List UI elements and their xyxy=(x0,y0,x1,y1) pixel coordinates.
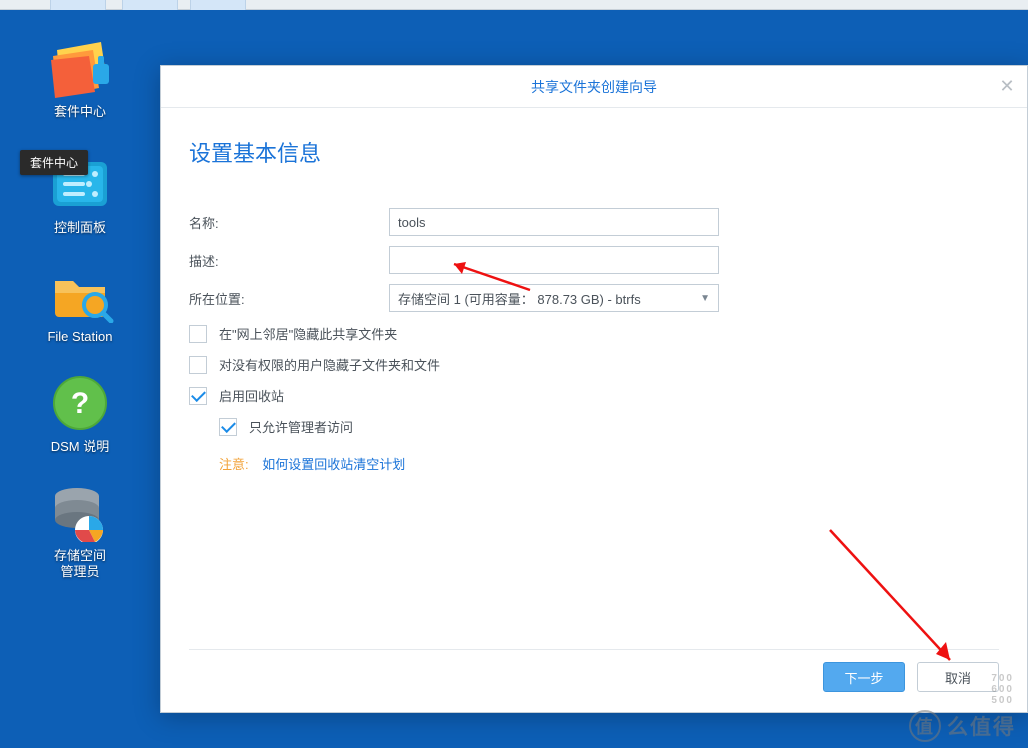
next-button[interactable]: 下一步 xyxy=(823,662,905,692)
check-label: 启用回收站 xyxy=(219,386,284,405)
storage-manager-icon xyxy=(45,482,115,542)
input-desc[interactable] xyxy=(389,246,719,274)
row-desc: 描述: xyxy=(189,246,999,274)
file-station-icon xyxy=(45,263,115,323)
watermark: 700600500 值 么值得 xyxy=(909,710,1016,742)
checkbox-icon xyxy=(189,325,207,343)
checkbox-icon xyxy=(219,418,237,436)
taskbar-item[interactable] xyxy=(50,0,106,10)
taskbar xyxy=(0,0,1028,10)
desktop-icon-label: File Station xyxy=(0,329,160,345)
note-warn: 注意: xyxy=(219,457,249,472)
check-recycle[interactable]: 启用回收站 xyxy=(189,386,999,405)
note-link[interactable]: 如何设置回收站清空计划 xyxy=(262,457,405,472)
dialog-footer: 下一步 取消 xyxy=(189,649,999,692)
check-label: 在"网上邻居"隐藏此共享文件夹 xyxy=(219,324,397,343)
label-name: 名称: xyxy=(189,213,389,232)
cancel-button[interactable]: 取消 xyxy=(917,662,999,692)
close-icon[interactable]: ✕ xyxy=(997,76,1017,96)
dsm-help-icon: ? xyxy=(45,373,115,433)
create-shared-folder-wizard: 共享文件夹创建向导 ✕ 设置基本信息 名称: 描述: 所在位置: 存储空间 1 … xyxy=(160,65,1028,713)
dialog-header: 共享文件夹创建向导 ✕ xyxy=(161,66,1027,108)
desktop-icon-label: 控制面板 xyxy=(0,220,160,236)
dialog-body: 名称: 描述: 所在位置: 存储空间 1 (可用容量： 878.73 GB) -… xyxy=(161,208,1027,473)
desktop-icon-file-station[interactable]: File Station xyxy=(0,235,160,345)
check-hide-noperm[interactable]: 对没有权限的用户隐藏子文件夹和文件 xyxy=(189,355,999,374)
desktop-icon-dsm-help[interactable]: ? DSM 说明 xyxy=(0,345,160,455)
input-name[interactable] xyxy=(389,208,719,236)
check-label: 只允许管理者访问 xyxy=(249,417,353,436)
dialog-heading: 设置基本信息 xyxy=(161,108,1027,208)
chevron-down-icon: ▼ xyxy=(700,293,710,304)
desktop-icon-label: 套件中心 xyxy=(0,104,160,120)
dialog-title: 共享文件夹创建向导 xyxy=(531,79,657,95)
desktop-icon-label: DSM 说明 xyxy=(0,439,160,455)
taskbar-item[interactable] xyxy=(190,0,246,10)
desktop-icon-label: 存储空间 管理员 xyxy=(0,548,160,579)
desktop-icon-control-panel[interactable]: 控制面板 xyxy=(0,120,160,236)
watermark-text: 么值得 xyxy=(947,711,1016,741)
check-hide-network[interactable]: 在"网上邻居"隐藏此共享文件夹 xyxy=(189,324,999,343)
desktop-icon-package-center[interactable]: 套件中心 xyxy=(0,10,160,120)
checkbox-icon xyxy=(189,387,207,405)
desktop-tooltip: 套件中心 xyxy=(20,150,88,175)
checkbox-icon xyxy=(189,356,207,374)
row-location: 所在位置: 存储空间 1 (可用容量： 878.73 GB) - btrfs ▼ xyxy=(189,284,999,312)
select-location-value: 存储空间 1 (可用容量： 878.73 GB) - btrfs xyxy=(398,289,641,308)
label-desc: 描述: xyxy=(189,251,389,270)
check-label: 对没有权限的用户隐藏子文件夹和文件 xyxy=(219,355,440,374)
note-row: 注意: 如何设置回收站清空计划 xyxy=(219,454,999,473)
label-location: 所在位置: xyxy=(189,289,389,308)
package-center-icon xyxy=(45,38,115,98)
desktop-icons: 套件中心 控制面板 File Station xyxy=(0,10,160,580)
check-admin-only[interactable]: 只允许管理者访问 xyxy=(219,417,999,436)
watermark-numbers: 700600500 xyxy=(991,673,1014,706)
desktop-icon-storage-manager[interactable]: 存储空间 管理员 xyxy=(0,454,160,579)
taskbar-item[interactable] xyxy=(122,0,178,10)
svg-text:?: ? xyxy=(71,387,89,420)
select-location[interactable]: 存储空间 1 (可用容量： 878.73 GB) - btrfs ▼ xyxy=(389,284,719,312)
watermark-icon: 值 xyxy=(909,710,941,742)
row-name: 名称: xyxy=(189,208,999,236)
